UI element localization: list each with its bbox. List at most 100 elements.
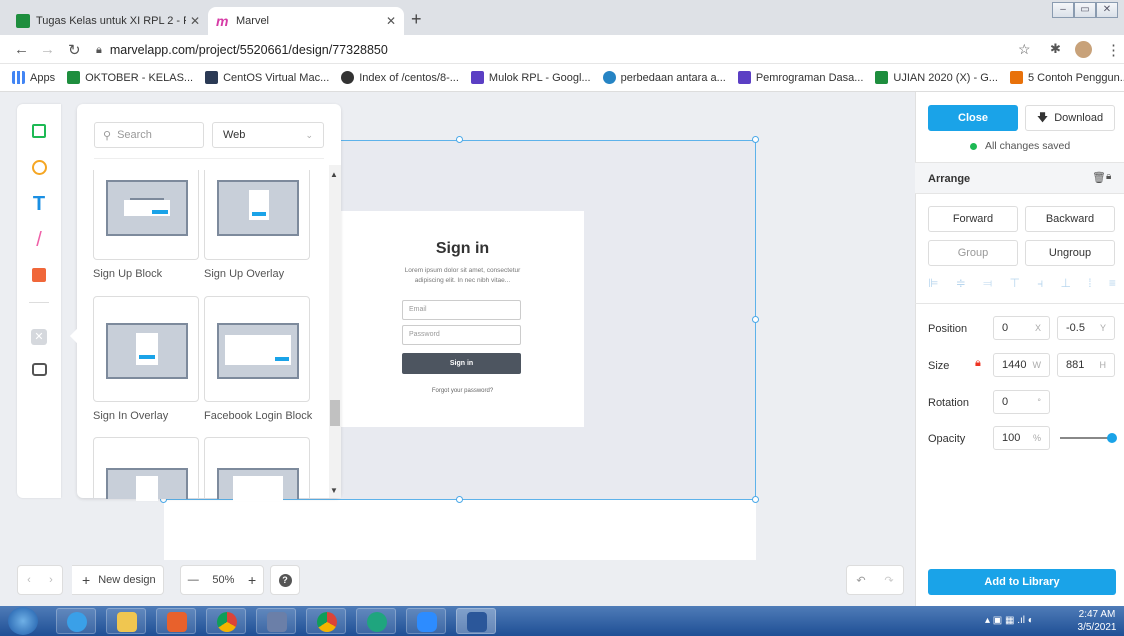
resize-handle[interactable] [456, 496, 463, 503]
zoom-in-button[interactable]: + [248, 572, 256, 588]
library-item[interactable] [93, 437, 199, 501]
password-field[interactable]: Password [402, 325, 521, 345]
taskbar-app[interactable] [256, 608, 296, 634]
library-scrollbar[interactable] [329, 165, 341, 498]
prev-icon[interactable]: ‹ [27, 574, 31, 586]
align-bottom-icon[interactable]: ⊥ [1061, 276, 1071, 291]
align-left-icon[interactable]: ⊫ [928, 276, 938, 291]
delete-icon[interactable]: 🗑︎ [1092, 171, 1106, 184]
distribute-h-icon[interactable]: ⁞ [1088, 276, 1091, 291]
opacity-slider-knob[interactable] [1107, 433, 1117, 443]
library-item[interactable] [204, 437, 310, 501]
scroll-up-icon[interactable]: ▲ [330, 170, 338, 179]
resize-handle[interactable] [752, 316, 759, 323]
inbox-icon[interactable] [29, 360, 49, 380]
zoom-out-button[interactable]: — [188, 574, 199, 586]
forward-button[interactable]: Forward [928, 206, 1018, 232]
star-icon[interactable]: ☆ [1018, 41, 1031, 58]
help-button[interactable]: ? [270, 565, 300, 595]
forward-icon[interactable]: → [40, 41, 55, 58]
bookmark-item[interactable]: UJIAN 2020 (X) - G... [875, 71, 998, 84]
taskbar-zoom[interactable] [406, 608, 446, 634]
maximize-icon[interactable]: ▭ [1074, 2, 1096, 18]
line-tool-icon[interactable]: / [29, 230, 49, 250]
resize-handle[interactable] [752, 136, 759, 143]
extensions-icon[interactable]: ✱ [1050, 41, 1061, 57]
taskbar-explorer[interactable] [106, 608, 146, 634]
library-item-sign-up-block[interactable] [93, 170, 199, 260]
opacity-slider[interactable] [1060, 433, 1117, 443]
bookmark-item[interactable]: OKTOBER - KELAS... [67, 71, 193, 84]
tab-marvel[interactable]: m Marvel ✕ [208, 7, 404, 35]
taskbar-chrome[interactable] [206, 608, 246, 634]
bookmark-item[interactable]: perbedaan antara a... [602, 71, 726, 84]
close-icon[interactable]: ✕ [386, 14, 396, 28]
email-field[interactable]: Email [402, 300, 521, 320]
bookmark-item[interactable]: Pemrograman Dasa... [737, 71, 863, 84]
url-field[interactable]: 🔒︎ marvelapp.com/project/5520661/design/… [96, 40, 896, 60]
bookmark-item[interactable]: Index of /centos/8-... [341, 71, 459, 84]
undo-icon[interactable]: ↶ [856, 574, 865, 587]
redo-icon[interactable]: ↷ [884, 574, 893, 587]
resize-handle[interactable] [752, 496, 759, 503]
download-button[interactable]: 🡇 Download [1025, 105, 1115, 131]
new-design-button[interactable]: + New design [72, 565, 164, 595]
lock-icon[interactable]: 🔒︎ [1106, 171, 1111, 182]
close-button[interactable]: Close [928, 105, 1018, 131]
scrollbar-thumb[interactable] [330, 400, 340, 426]
sign-in-card[interactable]: Sign in Lorem ipsum dolor sit amet, cons… [341, 211, 584, 427]
align-right-icon[interactable]: ⫤ [983, 276, 992, 291]
start-button[interactable] [8, 607, 38, 635]
rotation-input[interactable]: 0 ° [993, 390, 1050, 414]
position-x-input[interactable]: 0X [993, 316, 1050, 340]
taskbar-edge[interactable] [356, 608, 396, 634]
add-to-library-button[interactable]: Add to Library [928, 569, 1116, 595]
library-item-sign-in-overlay[interactable] [93, 296, 199, 402]
taskbar-word[interactable] [456, 608, 496, 634]
library-item-sign-up-overlay[interactable] [204, 170, 310, 260]
close-window-icon[interactable]: ✕ [1096, 2, 1118, 18]
aspect-lock-icon[interactable]: 🔒︎ [975, 357, 981, 370]
menu-icon[interactable]: ⋮ [1106, 41, 1121, 59]
sign-in-button[interactable]: Sign in [402, 353, 521, 374]
image-tool-icon[interactable] [29, 266, 49, 286]
align-middle-icon[interactable]: ⫞ [1037, 276, 1043, 291]
bookmark-item[interactable]: Mulok RPL - Googl... [470, 71, 591, 84]
forgot-password-link[interactable]: Forgot your password? [341, 388, 584, 394]
tray-icons[interactable]: ▴ ▣ ▦ .ıl ◐ [985, 615, 1034, 626]
width-input[interactable]: 1440 W [993, 353, 1050, 377]
history-nav[interactable]: ‹ › [17, 565, 63, 595]
resize-handle[interactable] [456, 136, 463, 143]
reload-icon[interactable]: ↻ [68, 41, 81, 59]
library-search-input[interactable]: ⚲ Search [94, 122, 204, 148]
text-tool-icon[interactable]: T [29, 194, 49, 214]
clock[interactable]: 2:47 AM 3/5/2021 [1074, 608, 1120, 634]
tab-classroom[interactable]: Tugas Kelas untuk XI RPL 2 - Pro ✕ [8, 7, 208, 35]
opacity-input[interactable]: 100% [993, 426, 1050, 450]
bookmark-item[interactable]: CentOS Virtual Mac... [205, 71, 329, 84]
bookmark-apps[interactable]: Apps [12, 71, 55, 84]
position-y-input[interactable]: -0.5 Y [1057, 316, 1115, 340]
minimize-icon[interactable]: – [1052, 2, 1074, 18]
bookmark-item[interactable]: 5 Contoh Penggun... [1009, 71, 1124, 84]
scroll-down-icon[interactable]: ▼ [330, 486, 338, 495]
taskbar-chrome-alt[interactable] [306, 608, 346, 634]
taskbar-media[interactable] [156, 608, 196, 634]
next-icon[interactable]: › [49, 574, 53, 586]
align-top-icon[interactable]: ⊤ [1009, 276, 1019, 291]
height-input[interactable]: 881 H [1057, 353, 1115, 377]
backward-button[interactable]: Backward [1025, 206, 1115, 232]
close-panel-icon[interactable]: ✕ [29, 324, 49, 345]
library-filter-dropdown[interactable]: Web ⌄ [212, 122, 324, 148]
taskbar-ie[interactable] [56, 608, 96, 634]
new-tab-button[interactable]: + [411, 9, 422, 30]
circle-tool-icon[interactable] [29, 159, 49, 179]
ungroup-button[interactable]: Ungroup [1025, 240, 1115, 266]
distribute-v-icon[interactable]: ≡ [1109, 276, 1116, 291]
group-button[interactable]: Group [928, 240, 1018, 266]
library-item-facebook-login-block[interactable] [204, 296, 310, 402]
avatar[interactable] [1075, 41, 1092, 58]
align-center-icon[interactable]: ≑ [956, 276, 966, 291]
back-icon[interactable]: ← [14, 41, 29, 58]
rectangle-tool-icon[interactable] [29, 122, 49, 142]
